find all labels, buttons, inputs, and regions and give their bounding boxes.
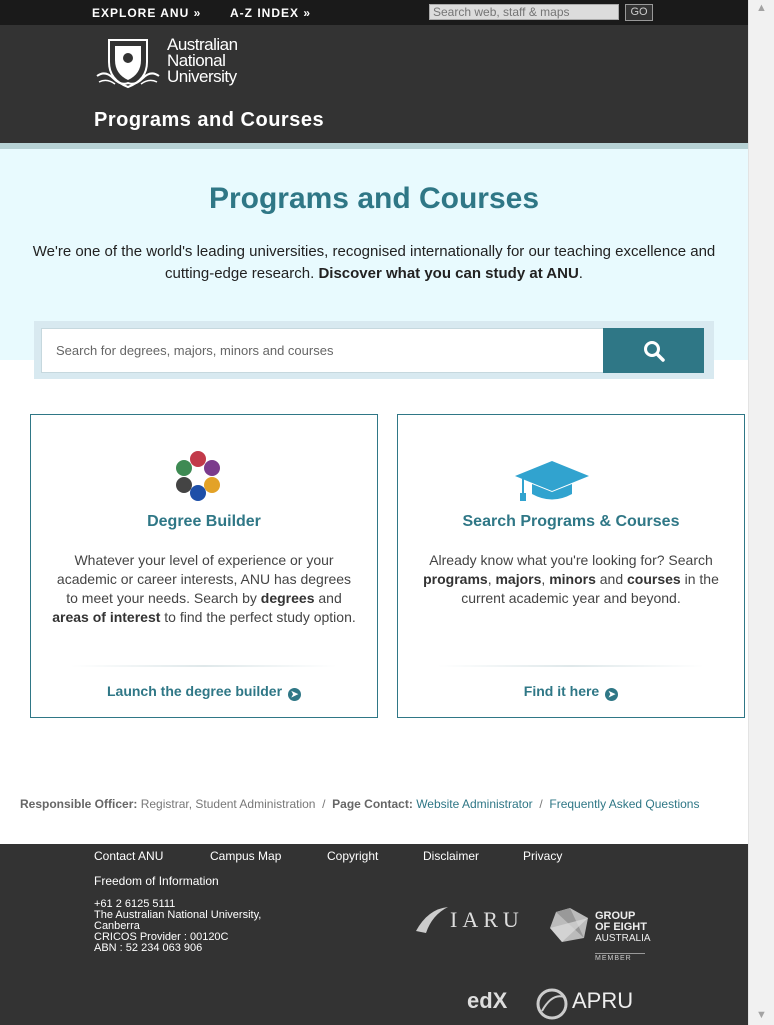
apru-wordmark: APRU	[572, 988, 634, 1013]
desc-sep: ,	[541, 571, 546, 587]
apru-ring-icon	[536, 988, 568, 1020]
desc-sep: ,	[487, 571, 492, 587]
arrow-right-circle-icon: ➤	[605, 688, 619, 701]
separator: /	[539, 797, 543, 811]
cta-label: Find it here	[523, 683, 600, 699]
search-button[interactable]	[603, 328, 704, 373]
desc-bold: courses	[627, 571, 681, 587]
separator: /	[322, 797, 326, 811]
degree-builder-dots-icon	[176, 451, 220, 501]
footer-abn: ABN : 52 234 063 906	[94, 942, 203, 954]
site-header: Australian National University Programs …	[0, 25, 748, 143]
officer-value: Registrar, Student Administration	[140, 797, 316, 811]
footer-link-foi[interactable]: Freedom of Information	[94, 874, 219, 888]
arrow-right-circle-icon: ➤	[288, 688, 302, 701]
page: EXPLORE ANU » A-Z INDEX » GO Australian …	[0, 0, 748, 1025]
go8-line-2: OF EIGHT	[595, 921, 647, 933]
contact-label: Page Contact:	[332, 797, 413, 811]
card-divider	[438, 665, 704, 667]
explore-anu-link[interactable]: EXPLORE ANU »	[87, 0, 225, 25]
footer-address: The Australian National University, Canb…	[94, 909, 262, 932]
edx-wordmark: edX	[467, 988, 508, 1013]
hero-intro-bold: Discover what you can study at ANU	[318, 265, 579, 282]
scroll-up-arrow-icon[interactable]: ▲	[756, 2, 767, 14]
cta-label: Launch the degree builder	[106, 683, 283, 699]
iaru-swoosh-icon	[416, 907, 448, 933]
find-it-here-link[interactable]: Find it here ➤	[398, 683, 744, 701]
go8-star-icon	[550, 908, 588, 942]
program-search-input[interactable]	[41, 328, 604, 373]
az-index-link[interactable]: A-Z INDEX »	[225, 0, 335, 25]
iaru-wordmark: IARU	[450, 907, 524, 932]
desc-bold: areas of interest	[52, 609, 161, 625]
logo-line-3: University	[167, 67, 237, 86]
footer-link-campus-map[interactable]: Campus Map	[210, 849, 281, 863]
desc-text: and	[318, 590, 342, 606]
degree-builder-card: Degree Builder Whatever your level of ex…	[30, 414, 378, 718]
launch-degree-builder-link[interactable]: Launch the degree builder ➤	[31, 683, 377, 701]
footer-link-copyright[interactable]: Copyright	[327, 849, 378, 863]
footer-contact-info: +61 2 6125 5111 The Australian National …	[94, 899, 284, 954]
search-programs-title: Search Programs & Courses	[462, 513, 680, 530]
desc-bold: majors	[495, 571, 542, 587]
search-programs-description: Already know what you're looking for? Se…	[418, 551, 724, 608]
search-programs-card: Search Programs & Courses Already know w…	[397, 414, 745, 718]
degree-builder-description: Whatever your level of experience or you…	[51, 551, 357, 627]
scroll-down-arrow-icon[interactable]: ▼	[756, 1009, 767, 1021]
website-administrator-link[interactable]: Website Administrator	[416, 797, 533, 811]
anu-logo[interactable]: Australian National University	[95, 36, 257, 91]
card-divider	[71, 665, 337, 667]
footer-link-contact[interactable]: Contact ANU	[94, 849, 163, 863]
site-title-link[interactable]: Programs and Courses	[94, 109, 324, 132]
footer-link-privacy[interactable]: Privacy	[523, 849, 562, 863]
search-icon	[644, 341, 665, 362]
hero-intro-end: .	[578, 265, 583, 282]
desc-text: to find the perfect study option.	[164, 609, 356, 625]
go8-line-3: AUSTRALIA	[595, 933, 651, 944]
desc-text: and	[599, 571, 624, 587]
vertical-scrollbar[interactable]: ▲ ▼	[748, 0, 774, 1025]
page-title: Programs and Courses	[208, 182, 540, 215]
desc-bold: degrees	[260, 590, 315, 606]
officer-label: Responsible Officer:	[20, 797, 138, 811]
hero-intro: We're one of the world's leading univers…	[20, 241, 728, 285]
graduation-cap-icon	[515, 461, 589, 501]
degree-builder-title: Degree Builder	[147, 513, 261, 530]
go8-member-label: MEMBER	[595, 953, 645, 962]
desc-bold: programs	[423, 571, 488, 587]
footer-link-disclaimer[interactable]: Disclaimer	[423, 849, 479, 863]
go8-wordmark: GROUP OF EIGHT AUSTRALIA	[595, 911, 651, 945]
go-button[interactable]: GO	[625, 4, 653, 21]
site-search-input[interactable]	[429, 4, 619, 20]
logo-wordmark: Australian National University	[167, 36, 238, 86]
desc-bold: minors	[549, 571, 596, 587]
desc-text: Already know what you're looking for? Se…	[429, 552, 713, 568]
anu-crest-icon	[96, 39, 160, 89]
responsible-officer-line: Responsible Officer: Registrar, Student …	[20, 798, 710, 811]
faq-link[interactable]: Frequently Asked Questions	[549, 797, 699, 811]
